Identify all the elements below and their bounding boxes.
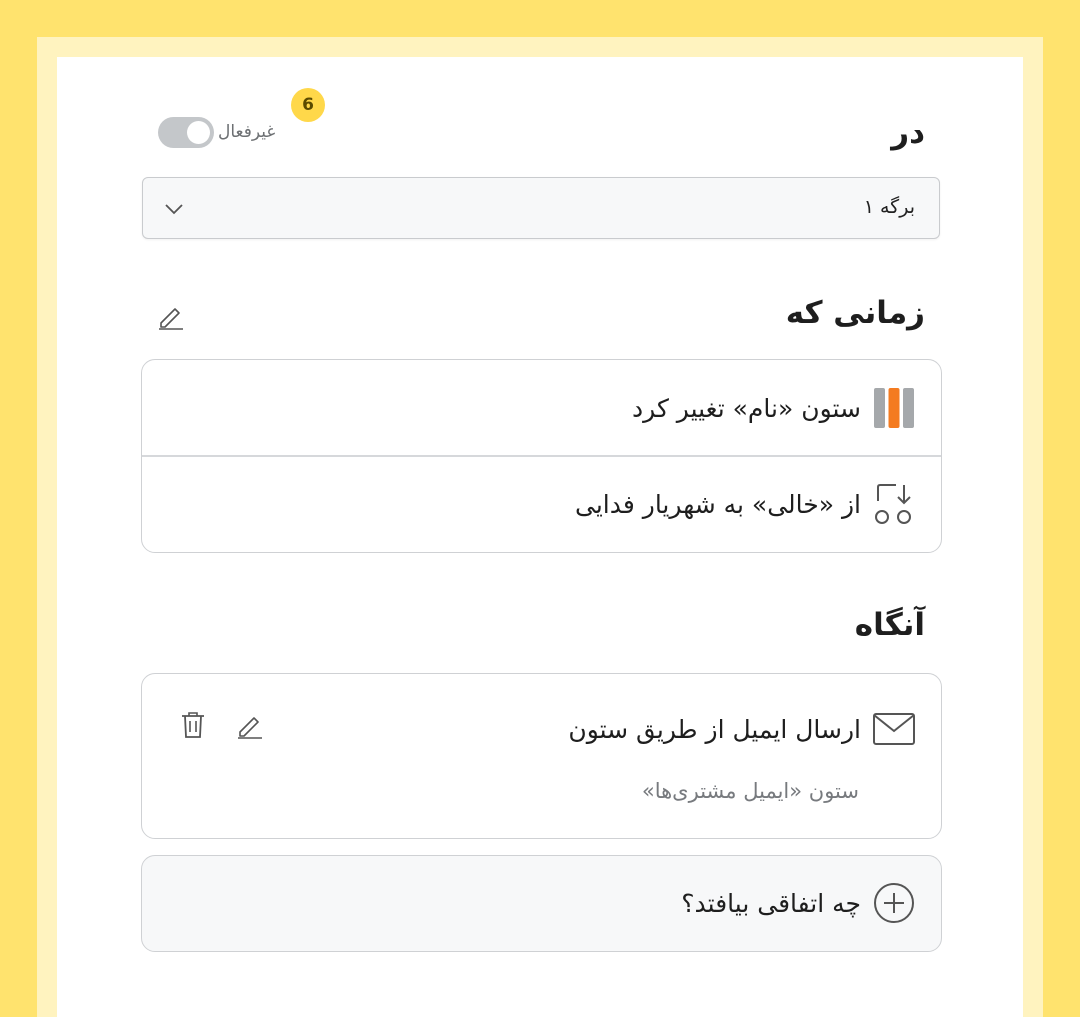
condition-divider [142, 455, 941, 457]
condition-row: ستون «نام» تغییر کرد [142, 384, 941, 432]
trigger-section-title: در [891, 115, 925, 151]
enable-toggle-group: غیرفعال [158, 115, 275, 149]
automation-panel: در غیرفعال 6 برگه ۱ زمانی که ستون «نام» … [57, 57, 1023, 1017]
edit-condition-button[interactable] [153, 299, 187, 333]
condition-text: ستون «نام» تغییر کرد [632, 393, 861, 423]
edit-action-button[interactable] [232, 708, 266, 742]
add-action-button[interactable]: چه اتفاقی بیافتد؟ [141, 855, 942, 952]
value-change-row: از «خالی» به شهریار فدایی [142, 480, 941, 528]
step-badge: 6 [291, 88, 325, 122]
when-section-title: زمانی که [785, 295, 925, 331]
enable-toggle[interactable] [158, 116, 214, 148]
value-change-text: از «خالی» به شهریار فدایی [574, 489, 861, 519]
pencil-icon [238, 717, 262, 739]
pencil-icon [159, 308, 183, 330]
sheet-select-value: برگه ۱ [863, 196, 915, 218]
add-action-label: چه اتفاقی بیافتد؟ [681, 888, 861, 918]
delete-action-button[interactable] [176, 708, 210, 742]
toggle-label: غیرفعال [218, 122, 276, 142]
columns-icon [871, 385, 917, 431]
chevron-down-icon [165, 204, 183, 215]
then-section-title: آنگاه [854, 607, 925, 643]
sheet-select[interactable]: برگه ۱ [142, 177, 940, 239]
toggle-knob [187, 120, 210, 144]
action-card: ارسال ایمیل از طریق ستون ستون «ایمیل مشت… [141, 673, 942, 839]
condition-card: ستون «نام» تغییر کرد از «خالی» به شهریار… [141, 359, 942, 553]
envelope-icon [871, 706, 917, 752]
action-subtitle: ستون «ایمیل مشتری‌ها» [641, 779, 859, 803]
action-title: ارسال ایمیل از طریق ستون [568, 714, 861, 744]
value-change-icon [871, 481, 917, 527]
plus-circle-icon [871, 880, 917, 926]
add-action-row: چه اتفاقی بیافتد؟ [142, 880, 941, 926]
trash-icon [182, 712, 204, 738]
